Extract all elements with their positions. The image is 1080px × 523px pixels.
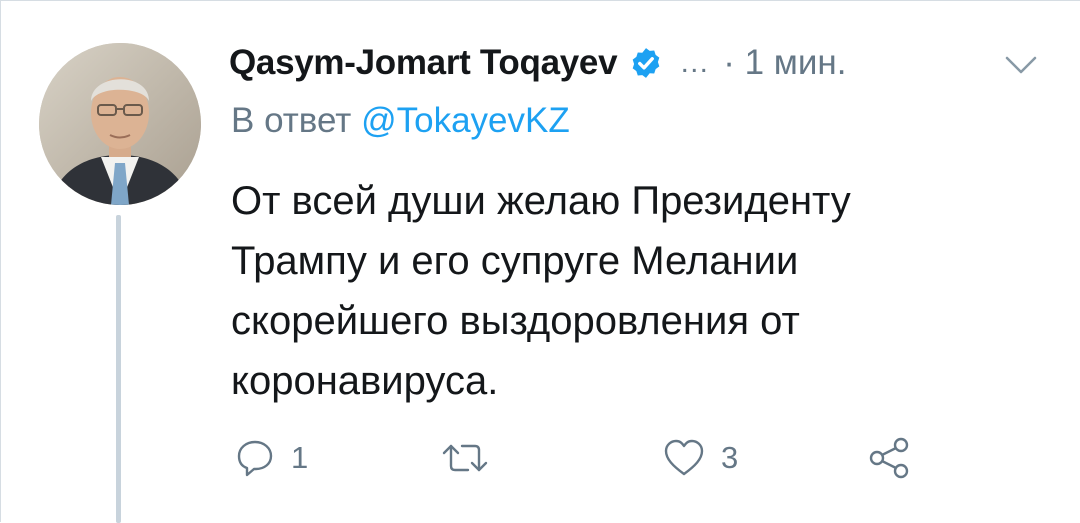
like-button[interactable]: 3 xyxy=(661,433,738,483)
retweet-icon xyxy=(441,436,489,480)
reply-icon xyxy=(233,436,277,480)
tweet-header: Qasym-Jomart Toqayev … · 1 мин. xyxy=(229,39,846,87)
author-avatar[interactable] xyxy=(39,43,201,205)
thread-connector-line xyxy=(116,215,121,523)
retweet-button[interactable] xyxy=(441,433,503,483)
reply-handle-link[interactable]: @TokayevKZ xyxy=(361,101,570,140)
share-button[interactable] xyxy=(865,433,915,483)
like-count: 3 xyxy=(721,440,739,475)
reply-button[interactable]: 1 xyxy=(233,433,308,483)
handle-ellipsis: … xyxy=(679,46,710,79)
tweet-timestamp[interactable]: · 1 мин. xyxy=(723,43,846,83)
heart-icon xyxy=(661,436,707,480)
verified-badge-icon xyxy=(629,46,663,80)
reply-count: 1 xyxy=(291,440,309,475)
author-name[interactable]: Qasym-Jomart Toqayev xyxy=(229,43,618,83)
reply-prefix: В ответ xyxy=(231,101,352,140)
tweet-card[interactable]: Qasym-Jomart Toqayev … · 1 мин. В ответ … xyxy=(0,0,1080,523)
tweet-text: От всей души желаю Президенту Трампу и е… xyxy=(231,179,851,403)
share-icon xyxy=(865,436,915,480)
chevron-down-icon[interactable] xyxy=(1001,51,1041,79)
reply-context: В ответ @TokayevKZ xyxy=(231,101,570,141)
avatar-photo xyxy=(39,43,201,205)
